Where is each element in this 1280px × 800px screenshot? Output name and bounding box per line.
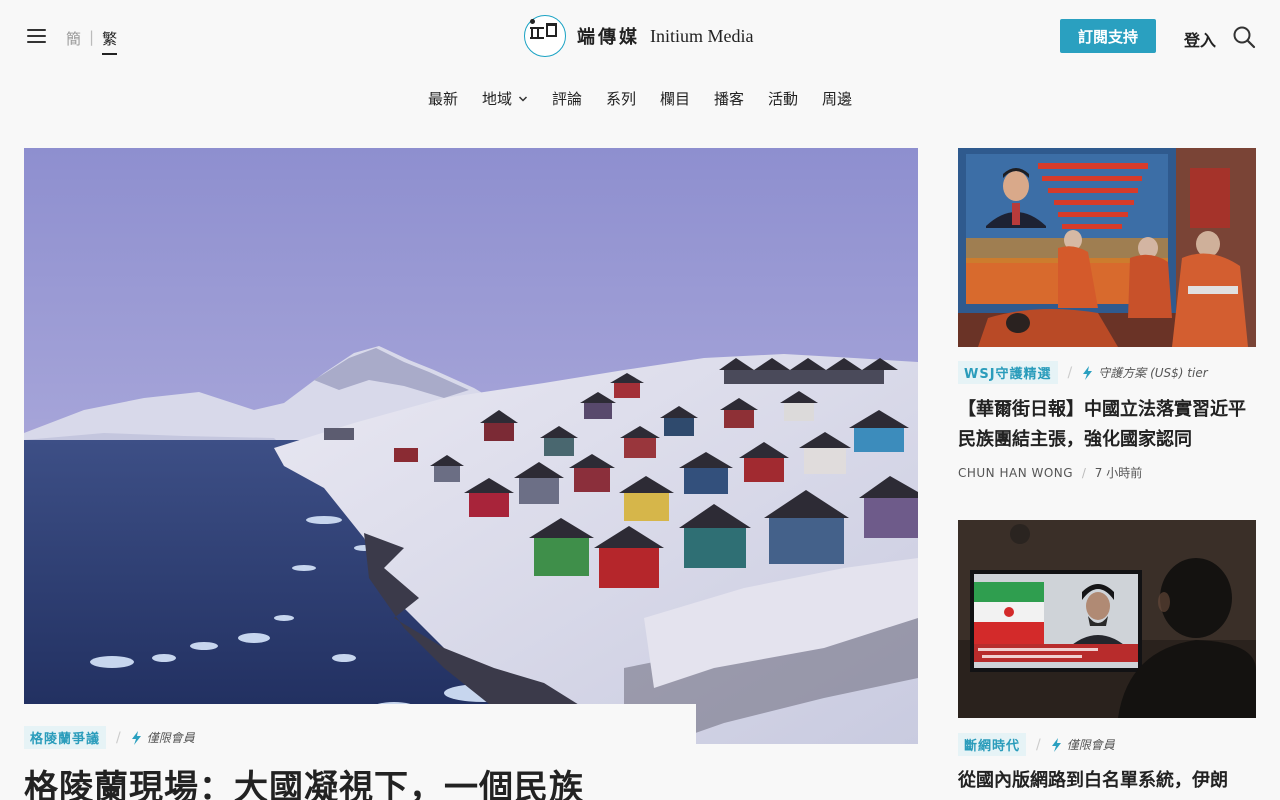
article-byline: CHUN HAN WONG / 7 小時前 bbox=[958, 464, 1142, 481]
article-title[interactable]: 【華爾街日報】中國立法落實習近平民族團結主張，強化國家認同 bbox=[958, 395, 1256, 455]
bolt-icon bbox=[1051, 737, 1061, 752]
article-tag[interactable]: 斷網時代 bbox=[958, 733, 1027, 756]
lang-traditional[interactable]: 繁 bbox=[102, 28, 118, 55]
nav-item-latest[interactable]: 最新 bbox=[428, 88, 458, 109]
nav-item-merch[interactable]: 周邊 bbox=[822, 88, 852, 109]
byline-separator: / bbox=[1081, 466, 1086, 480]
logo-chinese-name: 端傳媒 bbox=[577, 27, 640, 48]
hero-tag[interactable]: 格陵蘭爭議 bbox=[24, 726, 107, 749]
access-label: 僅限會員 bbox=[1066, 738, 1115, 752]
meta-separator: / bbox=[116, 729, 121, 746]
article-meta: 斷網時代 / 僅限會員 bbox=[958, 733, 1115, 756]
article-image[interactable] bbox=[958, 148, 1256, 347]
lang-simplified[interactable]: 簡 bbox=[66, 28, 81, 49]
nav-item-podcast[interactable]: 播客 bbox=[714, 88, 744, 109]
login-link[interactable]: 登入 bbox=[1184, 27, 1216, 51]
nav-item-label: 活動 bbox=[768, 90, 799, 108]
hero-title[interactable]: 格陵蘭現場：大國凝視下，一個民族 bbox=[24, 760, 584, 800]
article-image[interactable] bbox=[958, 520, 1256, 718]
nav-item-label: 地域 bbox=[481, 90, 512, 108]
nav-item-label: 欄目 bbox=[660, 90, 691, 108]
nav-item-label: 評論 bbox=[551, 90, 582, 108]
hero-meta: 格陵蘭爭議 / 僅限會員 bbox=[24, 726, 195, 749]
meta-separator: / bbox=[1067, 364, 1073, 381]
article-tag[interactable]: WSJ守護精選 bbox=[958, 361, 1058, 384]
article-meta: WSJ守護精選 / 守護方案 (US$) tier bbox=[958, 361, 1208, 384]
author-name[interactable]: CHUN HAN WONG bbox=[958, 466, 1073, 480]
publish-time: 7 小時前 bbox=[1094, 466, 1143, 480]
language-switcher: 簡 | 繁 bbox=[66, 28, 118, 55]
nav-item-label: 最新 bbox=[427, 90, 458, 108]
logo-english-name: Initium Media bbox=[650, 25, 754, 46]
nav-item-columns[interactable]: 欄目 bbox=[660, 88, 690, 109]
main-nav: 最新 地域 評論 系列 欄目 播客 活動 周邊 bbox=[0, 88, 1280, 109]
meta-separator: / bbox=[1036, 736, 1041, 753]
article-title[interactable]: 從國內版網路到白名單系統，伊朗 bbox=[958, 767, 1256, 795]
subscribe-button[interactable]: 訂閱支持 bbox=[1060, 19, 1156, 53]
nav-item-label: 周邊 bbox=[822, 90, 853, 108]
chevron-down-icon bbox=[518, 95, 527, 102]
nav-item-label: 播客 bbox=[714, 90, 745, 108]
site-logo[interactable]: 端傳媒 Initium Media bbox=[524, 15, 753, 57]
search-icon[interactable] bbox=[1232, 25, 1256, 49]
nav-item-label: 系列 bbox=[605, 90, 636, 108]
hero-image[interactable] bbox=[24, 148, 918, 744]
access-label: 僅限會員 bbox=[146, 731, 195, 745]
nav-item-region[interactable]: 地域 bbox=[482, 88, 528, 109]
lang-separator: | bbox=[89, 28, 95, 46]
nav-item-events[interactable]: 活動 bbox=[768, 88, 798, 109]
bolt-icon bbox=[1083, 365, 1093, 380]
nav-item-opinion[interactable]: 評論 bbox=[552, 88, 582, 109]
access-label: 守護方案 (US$) tier bbox=[1098, 366, 1208, 380]
bolt-icon bbox=[131, 730, 141, 745]
nav-item-series[interactable]: 系列 bbox=[606, 88, 636, 109]
logo-mark-icon bbox=[524, 15, 566, 57]
menu-icon[interactable] bbox=[27, 29, 46, 44]
